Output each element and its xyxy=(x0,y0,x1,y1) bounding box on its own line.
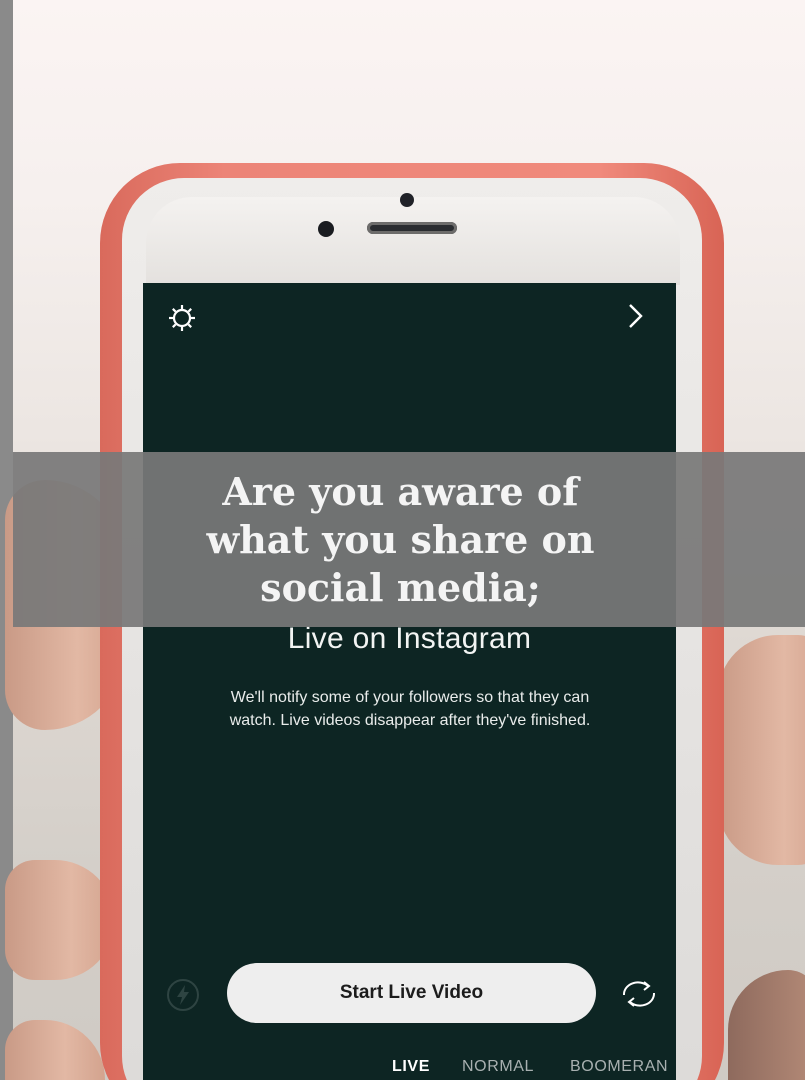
camera-mode-tabs: LIVE NORMAL BOOMERAN xyxy=(143,1056,676,1080)
front-camera xyxy=(318,221,334,237)
flash-icon[interactable] xyxy=(166,978,200,1012)
settings-gear-icon[interactable] xyxy=(167,303,197,333)
headline-line: what you share on xyxy=(206,517,595,562)
switch-camera-icon[interactable] xyxy=(618,977,660,1011)
left-hand-finger xyxy=(5,860,115,980)
phone-screen xyxy=(143,283,676,1080)
right-hand-finger xyxy=(718,635,805,865)
chevron-right-icon[interactable] xyxy=(622,300,648,332)
live-title: Live on Instagram xyxy=(287,622,532,655)
right-hand-finger xyxy=(728,970,805,1080)
start-live-video-button[interactable]: Start Live Video xyxy=(227,963,596,1023)
earpiece-speaker xyxy=(367,222,457,234)
tab-boomerang[interactable]: BOOMERAN xyxy=(570,1058,668,1076)
live-description: We'll notify some of your followers so t… xyxy=(229,689,591,729)
photo-scene: Live on Instagram We'll notify some of y… xyxy=(0,0,805,1080)
tab-live[interactable]: LIVE xyxy=(392,1058,430,1076)
left-hand-finger xyxy=(5,1020,105,1080)
overlay-headline: Are you aware of what you share on socia… xyxy=(13,468,805,612)
headline-line: Are you aware of xyxy=(222,469,579,514)
phone-top-bezel xyxy=(146,197,680,285)
sensor-dot xyxy=(400,193,414,207)
tab-normal[interactable]: NORMAL xyxy=(462,1058,534,1076)
headline-line: social media; xyxy=(260,565,541,610)
